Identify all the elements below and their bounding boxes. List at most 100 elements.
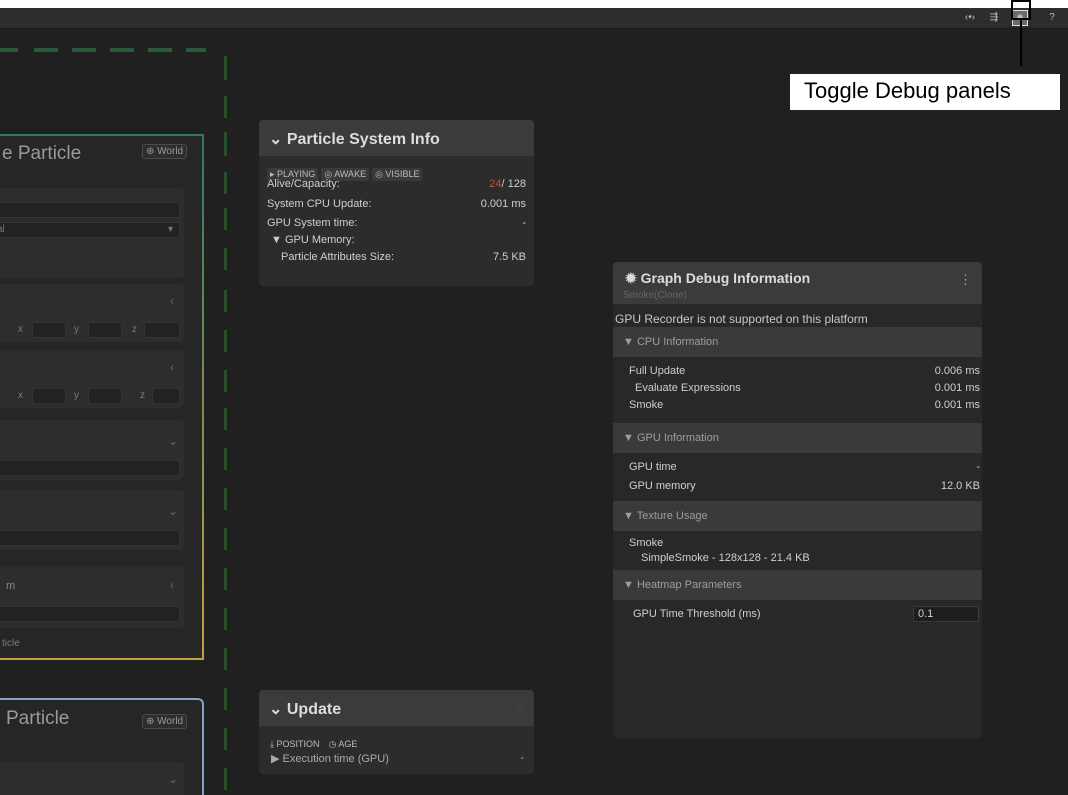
full-update-label: Full Update	[629, 365, 686, 377]
flow-dash	[224, 370, 227, 392]
alive-count: 24	[489, 178, 502, 190]
flow-dash	[0, 48, 18, 52]
execution-time-toggle[interactable]: ▶ Execution time (GPU)	[271, 752, 389, 765]
settings-block[interactable]: al ▾	[0, 188, 184, 278]
position-tag: ⤓ POSITION	[267, 738, 323, 751]
texture-section-header[interactable]: ▼ Texture Usage	[613, 501, 982, 531]
settings-dropdown[interactable]: al ▾	[0, 222, 180, 238]
axis-z-label: z	[140, 390, 145, 401]
flow-dash	[224, 330, 227, 352]
alive-capacity-value: 24/ 128	[489, 178, 526, 190]
chevron-left-icon[interactable]: ‹	[170, 294, 174, 308]
callout-label: Toggle Debug panels	[804, 78, 1011, 103]
gpu-time-label: GPU System time:	[267, 217, 358, 229]
lock-icon[interactable]: ○	[517, 700, 524, 714]
attributes-size-value: 7.5 KB	[492, 251, 526, 263]
smoke-cpu-label: Smoke	[629, 399, 664, 411]
attribute-field[interactable]	[0, 530, 180, 546]
gpu-memory-label: GPU memory	[629, 480, 696, 492]
vfx-graph-window: ‹•› ⇶ ✹ ? e Particle ⊕ World al ▾ ‹ x y	[0, 8, 1068, 795]
gpu-time-value: -	[522, 217, 526, 229]
block-random[interactable]: m ‹	[0, 566, 184, 628]
chevron-left-icon[interactable]: ‹	[170, 360, 174, 374]
flow-dash	[224, 648, 227, 670]
context-title: Particle	[6, 708, 70, 729]
block-velocity[interactable]: ‹ x y z	[0, 350, 184, 408]
flow-dash	[34, 48, 58, 52]
gpu-section-label: ▼ GPU Information	[623, 432, 719, 444]
flow-dash	[224, 448, 227, 470]
axis-y-label: y	[74, 390, 79, 401]
block-label: m	[6, 580, 16, 592]
texture-detail: SimpleSmoke - 128x128 - 21.4 KB	[641, 552, 810, 564]
execution-time-value: -	[520, 752, 524, 764]
block-position[interactable]: ‹ x y z	[0, 284, 184, 342]
cpu-section-header[interactable]: ▼ CPU Information	[613, 327, 982, 357]
flow-dash	[110, 48, 134, 52]
more-options-icon[interactable]: ⋮	[959, 272, 972, 288]
world-space-badge[interactable]: ⊕ World	[142, 714, 188, 729]
z-field[interactable]	[144, 322, 180, 338]
chevron-down-icon[interactable]: ⌄	[168, 772, 178, 786]
y-field[interactable]	[88, 322, 122, 338]
output-particle-context[interactable]: Particle ⊕ World ⌄	[0, 698, 204, 795]
x-field[interactable]	[32, 322, 66, 338]
flow-dash	[224, 608, 227, 630]
initialize-particle-context[interactable]: e Particle ⊕ World al ▾ ‹ x y z ‹ x y z ⌄	[0, 134, 204, 660]
heatmap-section-header[interactable]: ▼ Heatmap Parameters	[613, 570, 982, 600]
recorder-warning: GPU Recorder is not supported on this pl…	[615, 312, 868, 326]
output-block[interactable]: ⌄	[0, 762, 184, 795]
flow-dash	[72, 48, 96, 52]
dropdown-value: al	[0, 224, 5, 235]
gpu-memory-value: 12.0 KB	[940, 480, 980, 492]
flow-dash	[224, 768, 227, 790]
attribute-field[interactable]	[0, 460, 180, 476]
y-field[interactable]	[88, 388, 122, 404]
flow-dash	[224, 172, 227, 194]
z-field[interactable]	[152, 388, 180, 404]
gpu-memory-toggle[interactable]: ▼ GPU Memory:	[271, 234, 355, 246]
cpu-section-label: ▼ CPU Information	[623, 336, 719, 348]
flow-dash	[224, 528, 227, 550]
evaluate-expressions-value: 0.001 ms	[934, 382, 980, 394]
texture-section-label: ▼ Texture Usage	[623, 510, 708, 522]
panel-title: ⌄ Update	[269, 701, 342, 718]
flow-dash	[224, 290, 227, 312]
random-field[interactable]	[0, 606, 180, 622]
panel-subtitle: Smoke(Clone)	[623, 290, 687, 301]
chevron-down-icon[interactable]: ⌄	[168, 434, 178, 448]
visible-tag: ◎ VISIBLE	[372, 168, 423, 181]
age-tag: ◷ AGE	[325, 738, 361, 751]
cpu-update-label: System CPU Update:	[267, 198, 372, 210]
callout-line	[1020, 20, 1022, 66]
graph-debug-panel: ✹ Graph Debug Information Smoke(Clone) ⋮…	[613, 262, 982, 738]
graph-icon[interactable]: ⇶	[986, 10, 1002, 26]
gpu-threshold-input[interactable]: 0.1	[913, 606, 979, 622]
x-field[interactable]	[32, 388, 66, 404]
flow-dash	[148, 48, 172, 52]
code-icon[interactable]: ‹•›	[962, 10, 978, 26]
settings-field[interactable]	[0, 202, 180, 218]
block-set-attribute-2[interactable]: ⌄	[0, 490, 184, 550]
world-space-badge[interactable]: ⊕ World	[142, 144, 188, 159]
texture-owner-label: Smoke	[629, 537, 664, 549]
chevron-down-icon: ▾	[167, 224, 173, 235]
flow-dash	[224, 208, 227, 230]
gpu-section-header[interactable]: ▼ GPU Information	[613, 423, 982, 453]
gpu-time-value: -	[976, 461, 980, 473]
world-label: World	[157, 146, 184, 157]
debug-toggle-highlight	[1011, 0, 1031, 20]
attributes-size-label: Particle Attributes Size:	[281, 251, 395, 263]
heatmap-section-label: ▼ Heatmap Parameters	[623, 579, 742, 591]
axis-x-label: x	[18, 324, 23, 335]
flow-dash	[224, 408, 227, 430]
help-icon[interactable]: ?	[1044, 10, 1060, 26]
world-label: World	[157, 716, 184, 727]
smoke-cpu-value: 0.001 ms	[934, 399, 980, 411]
block-set-attribute-1[interactable]: ⌄	[0, 420, 184, 480]
context-footer: ticle	[2, 638, 20, 649]
chevron-left-icon[interactable]: ‹	[170, 578, 174, 592]
chevron-down-icon[interactable]: ⌄	[168, 504, 178, 518]
flow-dash	[224, 728, 227, 750]
update-panel: ⌄ Update ○ ⤓ POSITION ◷ AGE ▶ Execution t…	[259, 690, 534, 774]
